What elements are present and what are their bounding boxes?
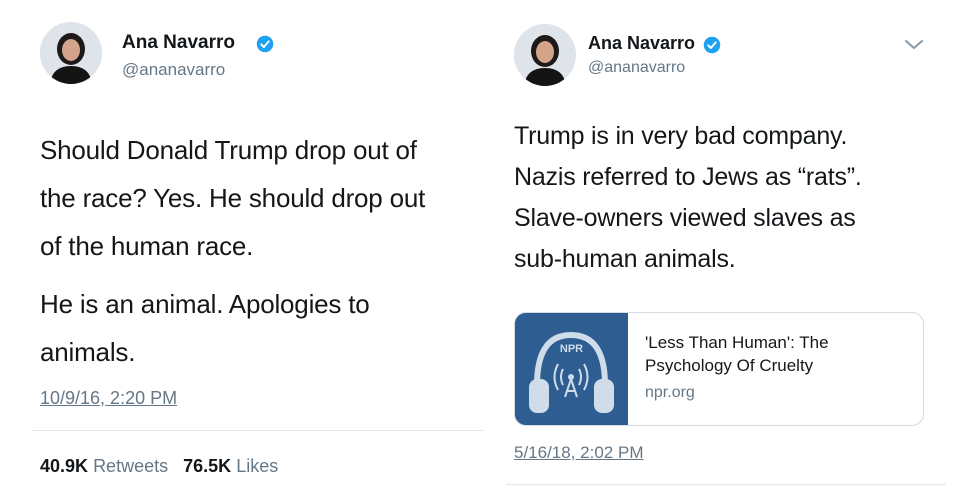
avatar-image bbox=[40, 22, 102, 84]
retweets-stat[interactable]: 40.9K Retweets bbox=[40, 456, 173, 476]
text-line: of the human race. bbox=[40, 231, 254, 261]
text-line: Should Donald Trump drop out of bbox=[40, 135, 417, 165]
right-author-name[interactable]: Ana Navarro bbox=[588, 33, 695, 54]
left-avatar[interactable] bbox=[40, 22, 102, 84]
retweets-label: Retweets bbox=[93, 456, 169, 476]
stats-divider bbox=[32, 430, 484, 431]
bottom-divider bbox=[506, 484, 946, 485]
verified-badge-icon bbox=[256, 35, 274, 53]
likes-label: Likes bbox=[236, 456, 279, 476]
left-tweet-text: Should Donald Trump drop out of the race… bbox=[40, 126, 485, 376]
text-line: Slave-owners viewed slaves as bbox=[514, 204, 856, 232]
chevron-down-icon[interactable] bbox=[903, 38, 925, 52]
left-author-handle[interactable]: @ananavarro bbox=[122, 60, 225, 80]
likes-stat[interactable]: 76.5K Likes bbox=[183, 456, 278, 476]
text-line: sub-human animals. bbox=[514, 245, 736, 273]
text-line: the race? Yes. He should drop out bbox=[40, 183, 426, 213]
text-line: Nazis referred to Jews as “rats”. bbox=[514, 163, 862, 191]
card-title-line: 'Less Than Human': The bbox=[645, 333, 829, 352]
tweet-paragraph: He is an animal. Apologies to animals. bbox=[40, 280, 485, 376]
tweet-paragraph: Trump is in very bad company. Nazis refe… bbox=[514, 116, 954, 280]
card-thumbnail: NPR bbox=[515, 313, 628, 425]
link-preview-card[interactable]: NPR 'Less Than Human': The Psychology Of… bbox=[514, 312, 924, 426]
card-domain: npr.org bbox=[645, 384, 695, 401]
text-line: He is an animal. Apologies to bbox=[40, 289, 370, 319]
likes-count: 76.5K bbox=[183, 456, 232, 476]
right-author-handle[interactable]: @ananavarro bbox=[588, 59, 685, 77]
left-author-name[interactable]: Ana Navarro bbox=[122, 32, 235, 54]
verified-badge-icon bbox=[703, 36, 721, 54]
headphones-icon bbox=[515, 313, 628, 425]
right-tweet: Ana Navarro @ananavarro Trump is in very… bbox=[490, 0, 960, 502]
right-avatar[interactable] bbox=[514, 24, 576, 86]
card-title: 'Less Than Human': The Psychology Of Cru… bbox=[645, 331, 829, 377]
tweet-paragraph: Should Donald Trump drop out of the race… bbox=[40, 126, 485, 270]
text-line: Trump is in very bad company. bbox=[514, 122, 848, 150]
left-timestamp-link[interactable]: 10/9/16, 2:20 PM bbox=[40, 388, 177, 409]
right-timestamp-link[interactable]: 5/16/18, 2:02 PM bbox=[514, 443, 643, 463]
tweet-stats: 40.9K Retweets 76.5K Likes bbox=[40, 456, 278, 477]
npr-logo-text: NPR bbox=[559, 343, 584, 355]
right-tweet-text: Trump is in very bad company. Nazis refe… bbox=[514, 116, 954, 280]
left-tweet: Ana Navarro @ananavarro Should Donald Tr… bbox=[0, 0, 490, 502]
avatar-image bbox=[514, 24, 576, 86]
card-title-line: Psychology Of Cruelty bbox=[645, 356, 814, 375]
retweets-count: 40.9K bbox=[40, 456, 89, 476]
text-line: animals. bbox=[40, 337, 136, 367]
